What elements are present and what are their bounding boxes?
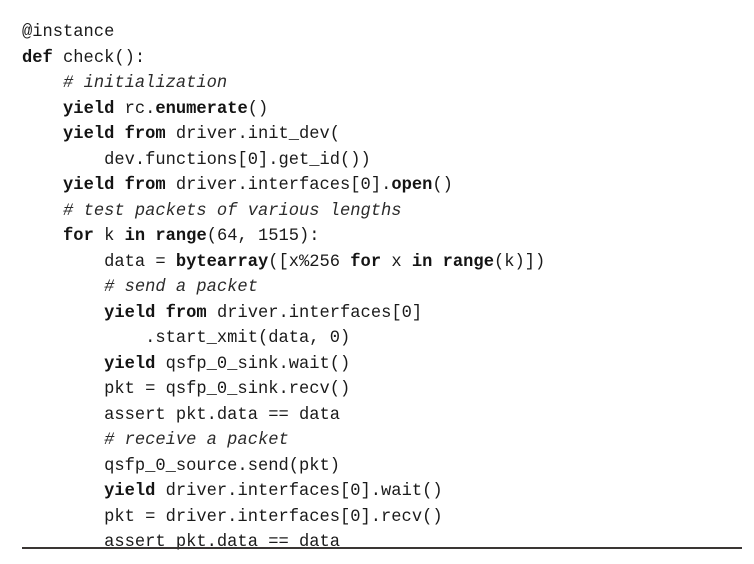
code-line: .start_xmit(data, 0) xyxy=(22,326,545,352)
code-token-kw: yield xyxy=(63,99,115,119)
code-line: # test packets of various lengths xyxy=(22,199,545,225)
code-token-comment: # receive a packet xyxy=(104,431,289,451)
code-token-plain: pkt = qsfp_0_sink.recv() xyxy=(104,380,351,400)
code-token-kw: from xyxy=(165,303,207,323)
code-token-plain: rc. xyxy=(114,99,156,119)
code-token-plain: k xyxy=(93,227,125,247)
code-token-comment: # send a packet xyxy=(104,278,258,298)
code-line: dev.functions[0].get_id()) xyxy=(22,148,545,174)
code-line: for k in range(64, 1515): xyxy=(22,224,545,250)
code-token-plain: driver.interfaces[0].wait() xyxy=(155,482,443,502)
code-line: yield qsfp_0_sink.wait() xyxy=(22,352,545,378)
code-token-plain: (64, 1515): xyxy=(206,227,320,247)
code-line: pkt = qsfp_0_sink.recv() xyxy=(22,377,545,403)
code-token-kw: yield xyxy=(63,125,115,145)
code-token-comment: # initialization xyxy=(63,74,228,94)
code-line: data = bytearray([x%256 for x in range(k… xyxy=(22,250,545,276)
code-token-kw: in xyxy=(411,252,433,272)
code-line: # receive a packet xyxy=(22,428,545,454)
figure-bottom-rule xyxy=(22,547,742,549)
code-token-builtin: open xyxy=(391,176,433,196)
code-token-kw: from xyxy=(124,176,166,196)
code-line: yield from driver.init_dev( xyxy=(22,122,545,148)
code-token-builtin: range xyxy=(442,252,494,272)
code-token-plain: (k)]) xyxy=(493,252,546,272)
code-token-plain: driver.init_dev( xyxy=(165,125,341,145)
code-token-plain: pkt = driver.interfaces[0].recv() xyxy=(104,507,443,527)
code-token-kw: yield xyxy=(104,482,156,502)
code-token-plain: data = xyxy=(104,252,176,272)
code-token-plain: () xyxy=(247,99,269,119)
code-token-kw: for xyxy=(350,252,382,272)
code-token-plain: qsfp_0_source.send(pkt) xyxy=(104,456,341,476)
code-line: # initialization xyxy=(22,71,545,97)
code-token-kw: yield xyxy=(104,354,156,374)
code-token-plain: @instance xyxy=(22,23,115,43)
code-token-kw: def xyxy=(22,48,53,68)
code-line: qsfp_0_source.send(pkt) xyxy=(22,454,545,480)
code-line: @instance xyxy=(22,20,545,46)
code-line: yield from driver.interfaces[0].open() xyxy=(22,173,545,199)
code-token-kw: in xyxy=(124,227,146,247)
code-token-plain: driver.interfaces[0]. xyxy=(165,176,392,196)
code-token-kw: yield xyxy=(104,303,156,323)
code-token-plain: assert pkt.data == data xyxy=(104,405,341,425)
code-token-builtin: bytearray xyxy=(175,252,269,272)
code-line: # send a packet xyxy=(22,275,545,301)
code-token-plain: qsfp_0_sink.wait() xyxy=(155,354,351,374)
code-line: assert pkt.data == data xyxy=(22,403,545,429)
code-token-plain: ([x%256 xyxy=(268,252,351,272)
code-token-plain: x xyxy=(381,252,412,272)
code-token-kw: yield xyxy=(63,176,115,196)
code-token-kw: from xyxy=(124,125,166,145)
code-line: assert pkt.data == data xyxy=(22,530,545,556)
code-line: pkt = driver.interfaces[0].recv() xyxy=(22,505,545,531)
code-token-plain: dev.functions[0].get_id()) xyxy=(104,150,371,170)
code-token-plain: .start_xmit(data, 0) xyxy=(145,329,351,349)
code-token-comment: # test packets of various lengths xyxy=(63,201,402,221)
code-listing-figure: @instance def check(): # initialization y… xyxy=(0,0,754,564)
code-listing: @instance def check(): # initialization y… xyxy=(22,20,545,556)
code-token-plain: check(): xyxy=(52,48,146,68)
code-token-kw: for xyxy=(63,227,94,247)
code-token-builtin: enumerate xyxy=(155,99,248,119)
code-line: yield rc.enumerate() xyxy=(22,97,545,123)
code-token-plain: driver.interfaces[0] xyxy=(206,303,423,323)
code-token-plain: () xyxy=(432,176,453,196)
code-line: def check(): xyxy=(22,46,545,72)
code-token-plain: assert pkt.data == data xyxy=(104,533,341,553)
code-line: yield driver.interfaces[0].wait() xyxy=(22,479,545,505)
code-token-builtin: range xyxy=(155,227,207,247)
code-line: yield from driver.interfaces[0] xyxy=(22,301,545,327)
